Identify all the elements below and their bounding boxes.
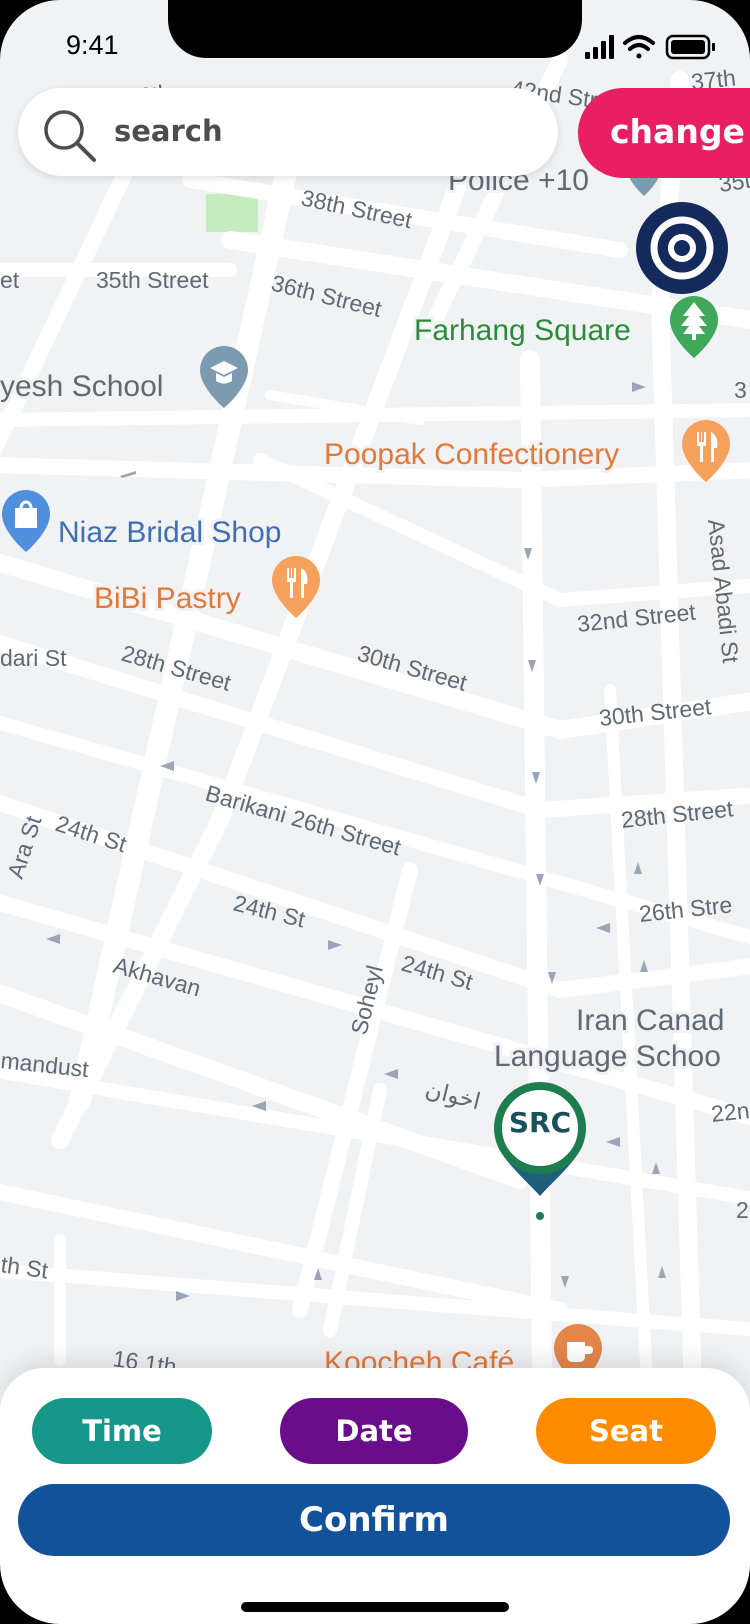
time-button[interactable]: Time	[32, 1398, 212, 1464]
signal-icon	[585, 35, 614, 59]
street-label: et	[0, 267, 20, 293]
poi-label: Farhang Square	[414, 314, 631, 347]
battery-icon	[665, 34, 715, 60]
status-bar: 9:41	[0, 0, 750, 90]
poi-label: Iran Canad	[576, 1004, 724, 1037]
bottom-sheet: Time Date Seat Confirm	[0, 1368, 750, 1624]
street-label: dari St	[0, 645, 67, 671]
search-input[interactable]: search	[18, 88, 558, 176]
street-label: 2	[736, 1197, 749, 1223]
street-label: 3	[734, 377, 747, 403]
home-indicator	[241, 1602, 509, 1612]
status-time: 9:41	[66, 30, 119, 60]
target-icon[interactable]	[636, 202, 728, 294]
street-label: 22n	[710, 1097, 750, 1127]
street-label: 35th Street	[96, 267, 209, 293]
poi-label: yesh School	[0, 370, 163, 403]
phone-screen: 38th Street 35th Street 36th Street 32nd…	[0, 0, 750, 1624]
seat-button[interactable]: Seat	[536, 1398, 716, 1464]
poi-label: Niaz Bridal Shop	[58, 516, 281, 549]
date-button[interactable]: Date	[280, 1398, 468, 1464]
poi-label: Poopak Confectionery	[324, 438, 619, 471]
status-icons	[585, 34, 715, 60]
search-placeholder: search	[114, 114, 223, 148]
park-area	[206, 194, 258, 232]
confirm-button[interactable]: Confirm	[18, 1484, 730, 1556]
poi-label: Language Schoo	[494, 1040, 721, 1073]
poi-label: BiBi Pastry	[94, 582, 241, 615]
change-button[interactable]: change	[578, 88, 750, 178]
source-marker[interactable]: SRC	[490, 1080, 590, 1220]
map-pin-icon	[494, 1082, 586, 1220]
wifi-icon	[623, 35, 655, 59]
search-icon	[44, 110, 96, 162]
marker-label: SRC	[508, 1106, 572, 1139]
